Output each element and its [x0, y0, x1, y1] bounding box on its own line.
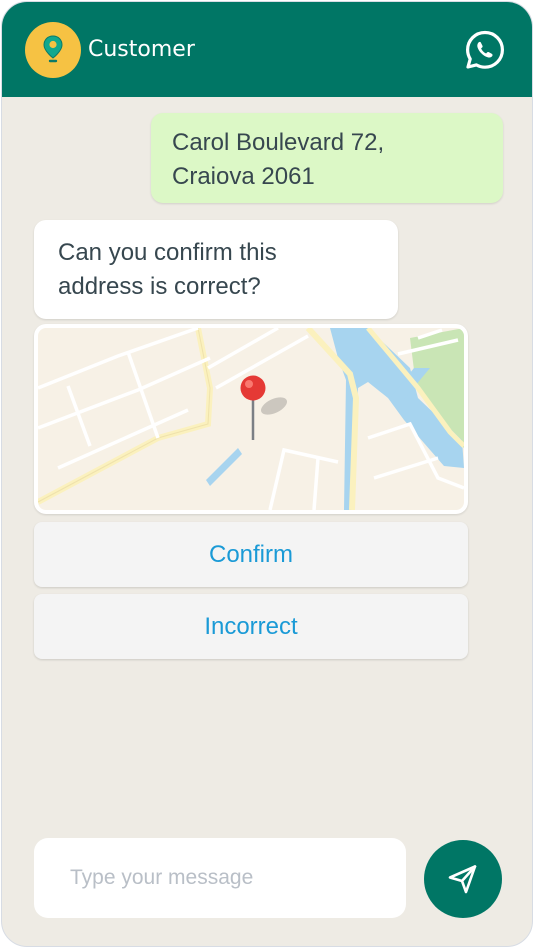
map-image — [38, 328, 464, 510]
message-input-placeholder: Type your message — [70, 866, 254, 889]
contact-name: Customer — [88, 37, 195, 62]
message-input[interactable]: Type your message — [34, 838, 406, 918]
incorrect-button[interactable]: Incorrect — [34, 594, 468, 659]
avatar[interactable] — [25, 22, 81, 78]
message-line: Can you confirm this — [58, 239, 277, 266]
message-line: address is correct? — [58, 273, 261, 300]
send-icon — [448, 865, 477, 894]
location-pin-icon — [43, 35, 63, 63]
chat-window: Customer Carol Boulevard 72, Craiova 206… — [1, 1, 533, 947]
confirm-button[interactable]: Confirm — [34, 522, 468, 587]
location-map-card[interactable] — [34, 324, 468, 514]
whatsapp-icon[interactable] — [464, 29, 506, 71]
send-button[interactable] — [424, 840, 502, 918]
outgoing-message: Carol Boulevard 72, Craiova 2061 — [151, 113, 503, 203]
incoming-message: Can you confirm this address is correct? — [34, 220, 398, 319]
message-line: Carol Boulevard 72, — [172, 129, 385, 156]
chat-header: Customer — [2, 2, 532, 97]
message-line: Craiova 2061 — [172, 163, 315, 190]
